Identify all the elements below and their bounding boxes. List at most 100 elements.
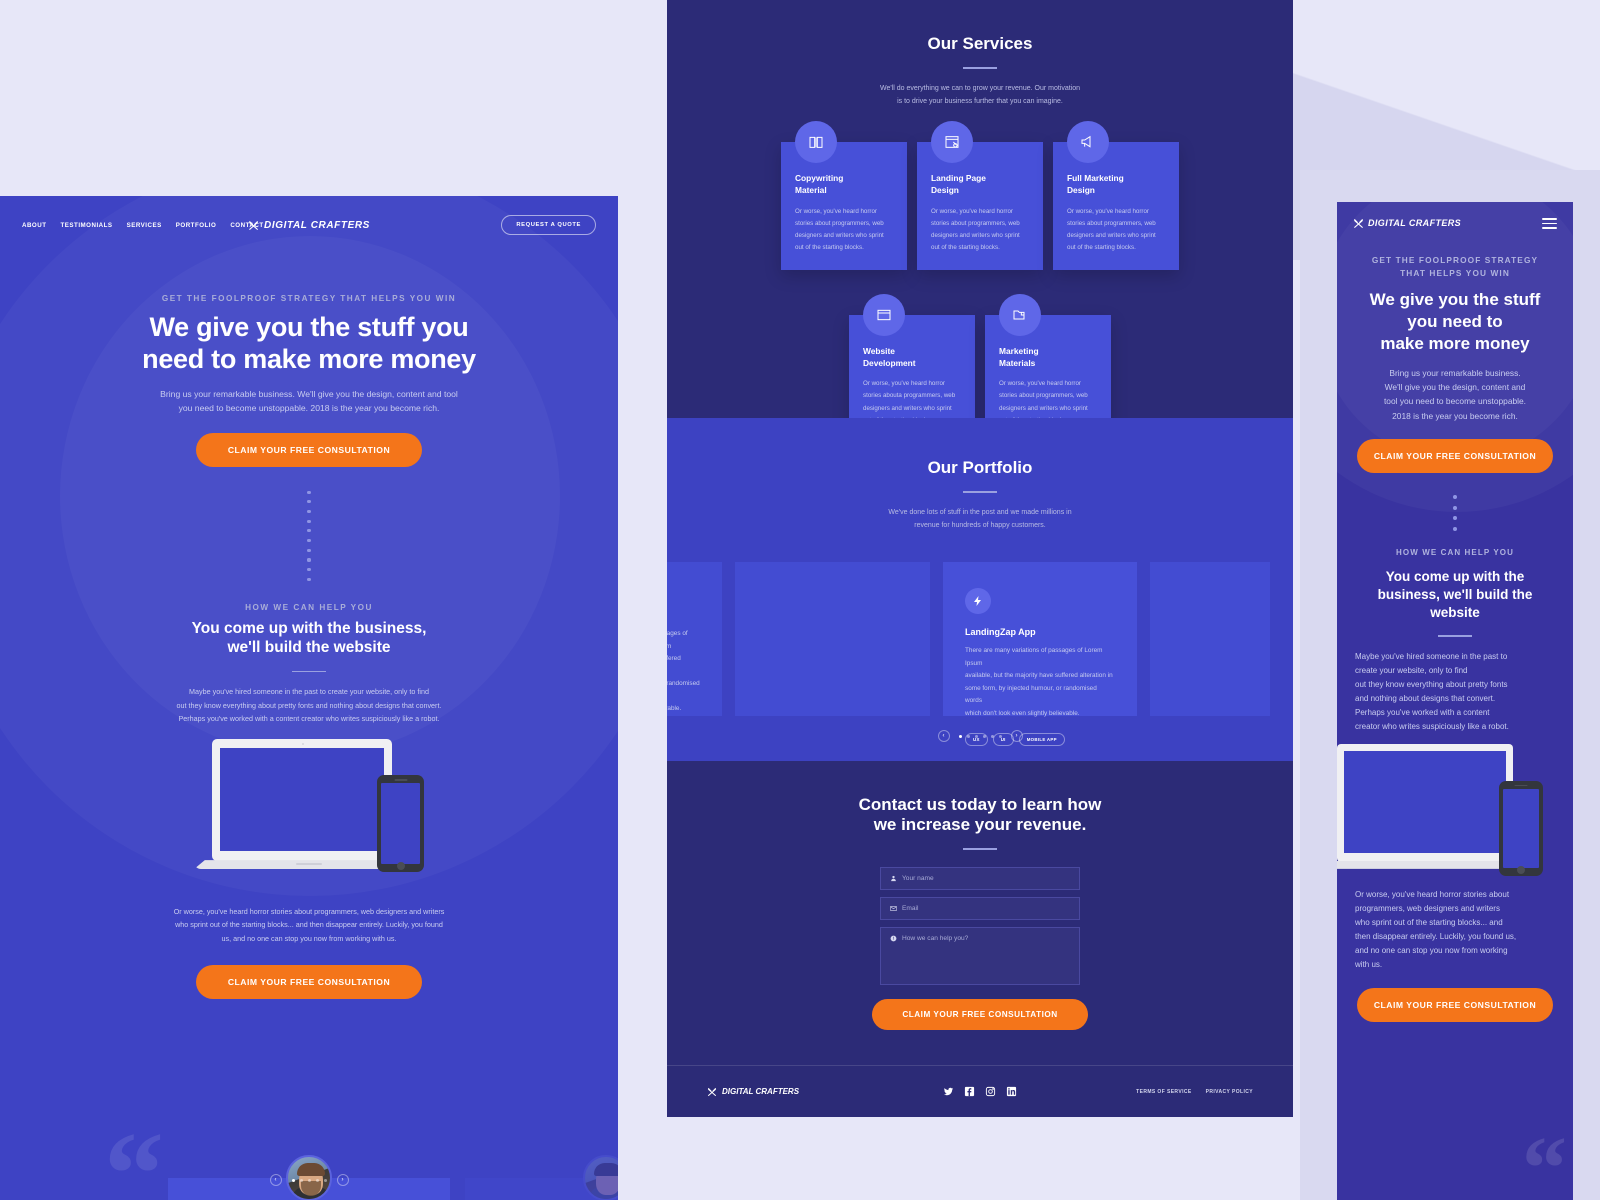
carousel-dot[interactable] <box>307 1178 311 1182</box>
carousel-prev-button[interactable]: ‹ <box>269 1174 282 1186</box>
portfolio-dot[interactable] <box>982 734 986 738</box>
laptop-illustration <box>212 739 392 862</box>
message-field[interactable]: How we can help you? <box>880 926 1080 985</box>
portfolio-tag-mobile-app[interactable]: MOBILE APP <box>1018 733 1065 747</box>
service-title-line2: Development <box>863 358 916 369</box>
portfolio-dot[interactable] <box>990 734 994 738</box>
portfolio-next-button[interactable]: › <box>1010 730 1023 743</box>
scroll-dot <box>307 529 311 533</box>
mobile-help-body-2: Or worse, you've heard horror stories ab… <box>1337 888 1573 972</box>
nav-item-about[interactable]: ABOUT <box>22 222 47 229</box>
portfolio-card-previous[interactable]: ons of passages of Lorem Ipsum ity have … <box>667 562 722 717</box>
help-body2-line3: us, and no one can stop you now from wor… <box>221 933 397 943</box>
contact-cta-button[interactable]: CLAIM YOUR FREE CONSULTATION <box>872 998 1088 1030</box>
twitter-icon[interactable] <box>943 1086 954 1097</box>
footer-link-privacy[interactable]: PRIVACY POLICY <box>1206 1089 1253 1095</box>
help-body-line1: Maybe you've hired someone in the past t… <box>189 687 429 697</box>
site-logo[interactable]: DIGITAL CRAFTERS <box>248 220 370 231</box>
mobile-sub-line3: tool you need to become unstoppable. <box>1383 396 1526 407</box>
mobile-hero-cta-button[interactable]: CLAIM YOUR FREE CONSULTATION <box>1357 439 1553 474</box>
contact-section: Contact us today to learn how we increas… <box>667 761 1293 1065</box>
contact-headline-line1: Contact us today to learn how <box>858 795 1102 814</box>
portfolio-section: Our Portfolio We've done lots of stuff i… <box>667 418 1293 761</box>
portfolio-project-title: LandingZap App <box>965 627 1036 638</box>
nav-item-services[interactable]: SERVICES <box>127 222 162 229</box>
portfolio-prev-line4: ightly believable. <box>667 705 682 713</box>
scroll-dot <box>307 500 311 504</box>
user-icon <box>891 875 896 881</box>
help-body-2: Or worse, you've heard horror stories ab… <box>0 905 618 945</box>
nav-item-testimonials[interactable]: TESTIMONIALS <box>61 222 113 229</box>
portfolio-card-featured[interactable]: LandingZap App There are many variations… <box>943 562 1137 747</box>
request-quote-button[interactable]: REQUEST A QUOTE <box>501 215 596 235</box>
nav-item-portfolio[interactable]: PORTFOLIO <box>176 222 217 229</box>
linkedin-icon[interactable] <box>1006 1086 1017 1097</box>
message-field-placeholder: How we can help you? <box>902 934 969 942</box>
services-title: Our Services <box>927 34 1033 53</box>
footer-link-terms[interactable]: TERMS OF SERVICE <box>1136 1089 1191 1095</box>
footer-brand-text: DIGITAL CRAFTERS <box>722 1087 800 1096</box>
crossed-tools-icon <box>707 1087 717 1096</box>
portfolio-dot[interactable] <box>966 734 970 738</box>
scroll-dot <box>307 538 311 543</box>
service-card-full-marketing[interactable]: Full Marketing Design Or worse, you've h… <box>1053 121 1179 270</box>
footer: DIGITAL CRAFTERS TERMS OF SERVICE PRIVAC… <box>667 1065 1293 1117</box>
service-body-line3: designers and writers who sprint <box>863 404 952 412</box>
portfolio-dot-active[interactable] <box>958 734 962 738</box>
phone-screen <box>381 783 420 865</box>
instagram-icon[interactable] <box>985 1086 996 1097</box>
services-subtext: We'll do everything we can to grow your … <box>707 82 1253 109</box>
footer-logo[interactable]: DIGITAL CRAFTERS <box>707 1087 799 1097</box>
help-body2-line1: Or worse, you've heard horror stories ab… <box>173 907 445 917</box>
hero-cta-button[interactable]: CLAIM YOUR FREE CONSULTATION <box>195 432 423 467</box>
mobile-body-line6: creator who writes suspiciously like a r… <box>1355 721 1509 731</box>
mobile-sub-line4: 2018 is the year you become rich. <box>1392 410 1518 421</box>
carousel-dot-active[interactable] <box>291 1178 295 1182</box>
laptop-base <box>1337 860 1525 869</box>
laptop-screen <box>1344 750 1506 853</box>
service-body-line2: stories about programmers, web <box>931 219 1020 227</box>
portfolio-prev-button[interactable]: ‹ <box>937 730 950 743</box>
service-card-landing-page[interactable]: Landing Page Design Or worse, you've hea… <box>917 121 1043 270</box>
scroll-dot <box>307 509 311 514</box>
mobile-headline-line1: We give you the stuff <box>1369 290 1541 310</box>
mobile-help-cta-button[interactable]: CLAIM YOUR FREE CONSULTATION <box>1357 987 1553 1022</box>
portfolio-body-line2: available, but the majority have suffere… <box>965 672 1113 680</box>
service-title-line2: Design <box>931 185 959 196</box>
email-field[interactable]: Email <box>880 896 1080 920</box>
mobile-help-body: Maybe you've hired someone in the past t… <box>1351 650 1559 734</box>
services-portfolio-panel: Our Services We'll do everything we can … <box>667 0 1293 1117</box>
portfolio-dot[interactable] <box>974 734 978 738</box>
section-divider <box>963 491 997 493</box>
carousel-dot[interactable] <box>315 1178 319 1182</box>
service-body-line3: designers and writers who sprint <box>931 231 1020 239</box>
mobile-help-line1: You come up with the <box>1385 568 1525 584</box>
portfolio-prev-body: ons of passages of Lorem Ipsum ity have … <box>667 628 700 715</box>
facebook-icon[interactable] <box>964 1086 975 1097</box>
name-field[interactable]: Your name <box>880 866 1080 890</box>
footer-legal-links: TERMS OF SERVICE PRIVACY POLICY <box>1136 1089 1253 1095</box>
mobile-sub-line1: Bring us your remarkable business. <box>1389 367 1521 378</box>
hero-subtext-line2: you need to become unstoppable. 2018 is … <box>178 403 440 414</box>
portfolio-card-next[interactable] <box>1150 562 1270 717</box>
service-body-line4: out of the starting blocks. <box>931 243 1000 251</box>
service-title: Marketing Materials <box>999 345 1097 369</box>
help-eyebrow: HOW WE CAN HELP YOU <box>245 602 373 612</box>
service-title: Copywriting Material <box>795 172 893 196</box>
hero-headline: We give you the stuff you need to make m… <box>0 312 618 375</box>
services-sub-line1: We'll do everything we can to grow your … <box>879 84 1081 92</box>
scroll-dot <box>1453 505 1457 510</box>
portfolio-carousel-dots <box>958 734 1002 738</box>
megaphone-icon <box>1067 121 1109 164</box>
carousel-dot[interactable] <box>323 1178 327 1182</box>
carousel-next-button[interactable]: › <box>336 1174 349 1186</box>
quote-mark-decoration: “ <box>1522 1119 1567 1200</box>
name-field-placeholder: Your name <box>902 874 934 882</box>
carousel-dot[interactable] <box>299 1178 303 1182</box>
service-body-line4: out of the starting blocks. <box>1067 243 1136 251</box>
mobile-body-line3: out they know everything about pretty fo… <box>1355 679 1508 689</box>
service-card-copywriting[interactable]: Copywriting Material Or worse, you've he… <box>781 121 907 270</box>
portfolio-card-image[interactable] <box>735 562 930 717</box>
help-cta-button[interactable]: CLAIM YOUR FREE CONSULTATION <box>195 965 423 1000</box>
portfolio-dot[interactable] <box>998 734 1002 738</box>
